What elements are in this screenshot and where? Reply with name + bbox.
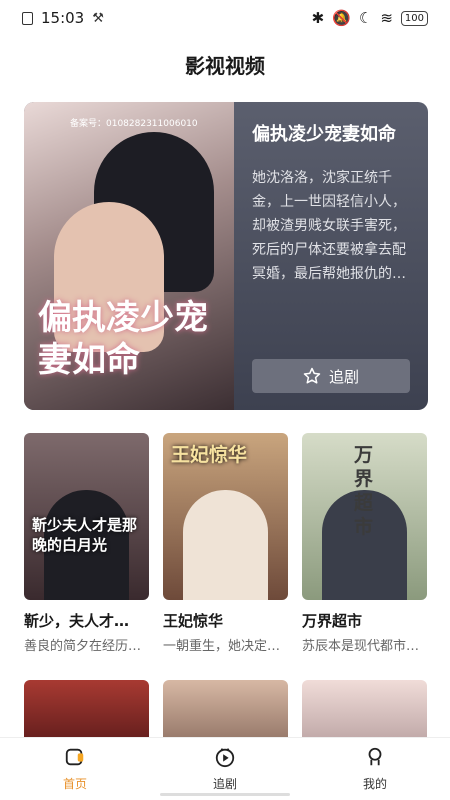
tab-home[interactable]: 首页 [0, 738, 150, 800]
drama-cover[interactable]: 万界超市 [302, 433, 427, 600]
drama-cover[interactable]: 王妃惊华 [163, 433, 288, 600]
filing-number: 备案号：0108282311006010 [70, 119, 198, 129]
featured-title: 偏执凌少宠妻如命 [252, 124, 396, 145]
drama-cover[interactable]: 靳少夫人才是那晚的白月光 [24, 433, 149, 600]
play-icon [214, 746, 236, 771]
bluetooth-icon: ✱ [311, 9, 325, 27]
home-indicator[interactable] [160, 793, 290, 796]
drama-title: 靳少，夫人才… [24, 612, 130, 630]
drama-title: 万界超市 [302, 612, 363, 630]
page-title: 影视视频 [185, 54, 265, 78]
follow-label: 追剧 [328, 367, 359, 386]
star-icon [303, 367, 321, 385]
drama-card[interactable]: 王妃惊华 王妃惊华 一朝重生，她决定… [163, 433, 288, 654]
tab-profile[interactable]: 我的 [300, 738, 450, 800]
tab-following-label: 追剧 [212, 777, 237, 791]
tab-home-label: 首页 [62, 777, 87, 791]
tab-following[interactable]: 追剧 [150, 738, 300, 800]
drama-description: 善良的简夕在经历… [24, 639, 142, 654]
drama-grid: 靳少夫人才是那晚的白月光 靳少，夫人才… 善良的简夕在经历… 王妃惊华 王妃惊华… [24, 433, 428, 654]
featured-description: 她沈洛洛，沈家正统千金，上一世因轻信小人，却被渣男贱女联手害死，死后的尸体还要被… [252, 170, 406, 282]
status-right: ✱ 🔕 ☾ ≋ 100 [312, 9, 428, 27]
featured-banner[interactable]: 备案号：0108282311006010 偏执凌少宠妻如命 偏执凌少宠妻如命 她… [24, 102, 428, 410]
drama-card[interactable]: 万界超市 万界超市 苏辰本是现代都市… [302, 433, 427, 654]
sim-card-icon [22, 11, 33, 25]
tools-icon: ⚒ [92, 10, 104, 26]
cover-title: 王妃惊华 [171, 444, 248, 466]
cover-title: 万界超市 [354, 444, 374, 538]
drama-title: 王妃惊华 [163, 612, 224, 630]
cover-figure [183, 490, 268, 600]
follow-button[interactable]: 追剧 [252, 359, 410, 393]
featured-poster[interactable]: 备案号：0108282311006010 偏执凌少宠妻如命 [24, 102, 234, 410]
battery-icon: 100 [400, 10, 428, 26]
status-left: 15:03 ⚒ [22, 9, 104, 27]
status-time: 15:03 [41, 9, 85, 27]
drama-description: 苏辰本是现代都市… [302, 639, 420, 654]
status-bar: 15:03 ⚒ ✱ 🔕 ☾ ≋ 100 [0, 0, 450, 36]
mute-icon: 🔕 [332, 9, 351, 27]
poster-title: 偏执凌少宠妻如命 [38, 298, 208, 380]
tab-profile-label: 我的 [362, 777, 387, 791]
wifi-icon: ≋ [380, 9, 393, 27]
cover-title: 靳少夫人才是那晚的白月光 [32, 516, 138, 554]
featured-info: 偏执凌少宠妻如命 她沈洛洛，沈家正统千金，上一世因轻信小人，却被渣男贱女联手害死… [252, 120, 414, 286]
home-icon [64, 746, 86, 771]
profile-icon [364, 746, 386, 771]
bottom-tab-bar: 首页 追剧 我的 [0, 737, 450, 800]
moon-icon: ☾ [358, 9, 373, 27]
drama-description: 一朝重生，她决定… [163, 639, 281, 654]
drama-card[interactable]: 靳少夫人才是那晚的白月光 靳少，夫人才… 善良的简夕在经历… [24, 433, 149, 654]
